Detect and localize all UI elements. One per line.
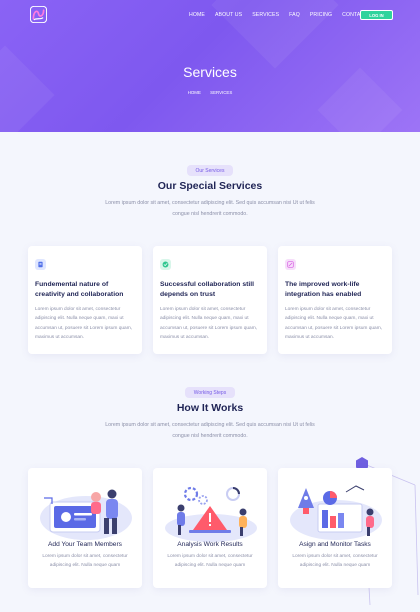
hero-decor-shape [211, 0, 339, 69]
section-description: Lorem ipsum dolor sit amet, consectetur … [105, 422, 315, 439]
step-card[interactable]: Asign and Monitor Tasks Lorem ipsum dolo… [278, 468, 392, 588]
service-card-title: Fundemental nature of creativity and col… [35, 281, 124, 298]
service-card-text: Lorem ipsum dolor sit amet, consectetur … [160, 307, 258, 340]
page-title: Services [183, 64, 237, 80]
breadcrumb-current: SERVICES [210, 90, 233, 95]
hero-banner: HOME ABOUT US SERVICES FAQ PRICING CONTA… [0, 0, 420, 132]
section-pill: Working Steps [185, 387, 235, 398]
section-title: How It Works [176, 402, 244, 414]
analysis-results-illustration [165, 486, 257, 542]
document-icon [35, 259, 46, 270]
step-card[interactable]: Analysis Work Results Lorem ipsum dolor … [153, 468, 267, 588]
team-members-illustration [40, 489, 132, 540]
nav-pricing[interactable]: PRICING [310, 12, 332, 18]
step-card-title: Analysis Work Results [177, 541, 243, 548]
service-card[interactable]: Successful collaboration still depends o… [153, 246, 267, 354]
section-description: Lorem ipsum dolor sit amet, consectetur … [105, 200, 315, 217]
step-card-text: Lorem ipsum dolor sit amet, consectetur … [42, 554, 128, 569]
service-card-title: Successful collaboration still depends o… [160, 281, 255, 298]
breadcrumb: HOME SERVICES [0, 90, 420, 95]
step-card-text: Lorem ipsum dolor sit amet, consectetur … [167, 554, 253, 569]
step-card-text: Lorem ipsum dolor sit amet, consectetur … [292, 554, 378, 569]
nav-about-us[interactable]: ABOUT US [215, 12, 242, 18]
nav-faq[interactable]: FAQ [289, 12, 300, 18]
hero-decor-shape [0, 45, 55, 132]
service-card-title: The improved work-life integration has e… [285, 281, 362, 298]
main-nav: HOME ABOUT US SERVICES FAQ PRICING CONTA… [189, 12, 378, 18]
breadcrumb-home[interactable]: HOME [188, 90, 201, 95]
step-card-title: Add Your Team Members [48, 541, 122, 548]
brand-logo-icon[interactable] [30, 6, 47, 23]
step-card-title: Asign and Monitor Tasks [299, 541, 371, 548]
service-card-text: Lorem ipsum dolor sit amet, consectetur … [35, 307, 133, 340]
step-card[interactable]: Add Your Team Members Lorem ipsum dolor … [28, 468, 142, 588]
edit-icon [285, 259, 296, 270]
service-card[interactable]: Fundemental nature of creativity and col… [28, 246, 142, 354]
section-pill: Our Services [187, 165, 233, 176]
service-card-text: Lorem ipsum dolor sit amet, consectetur … [285, 307, 383, 340]
nav-services[interactable]: SERVICES [252, 12, 279, 18]
check-icon [160, 259, 171, 270]
nav-home[interactable]: HOME [189, 12, 205, 18]
service-card[interactable]: The improved work-life integration has e… [278, 246, 392, 354]
monitor-tasks-illustration [290, 485, 382, 540]
login-button[interactable]: LOG IN [360, 10, 393, 20]
section-title: Our Special Services [157, 180, 263, 192]
